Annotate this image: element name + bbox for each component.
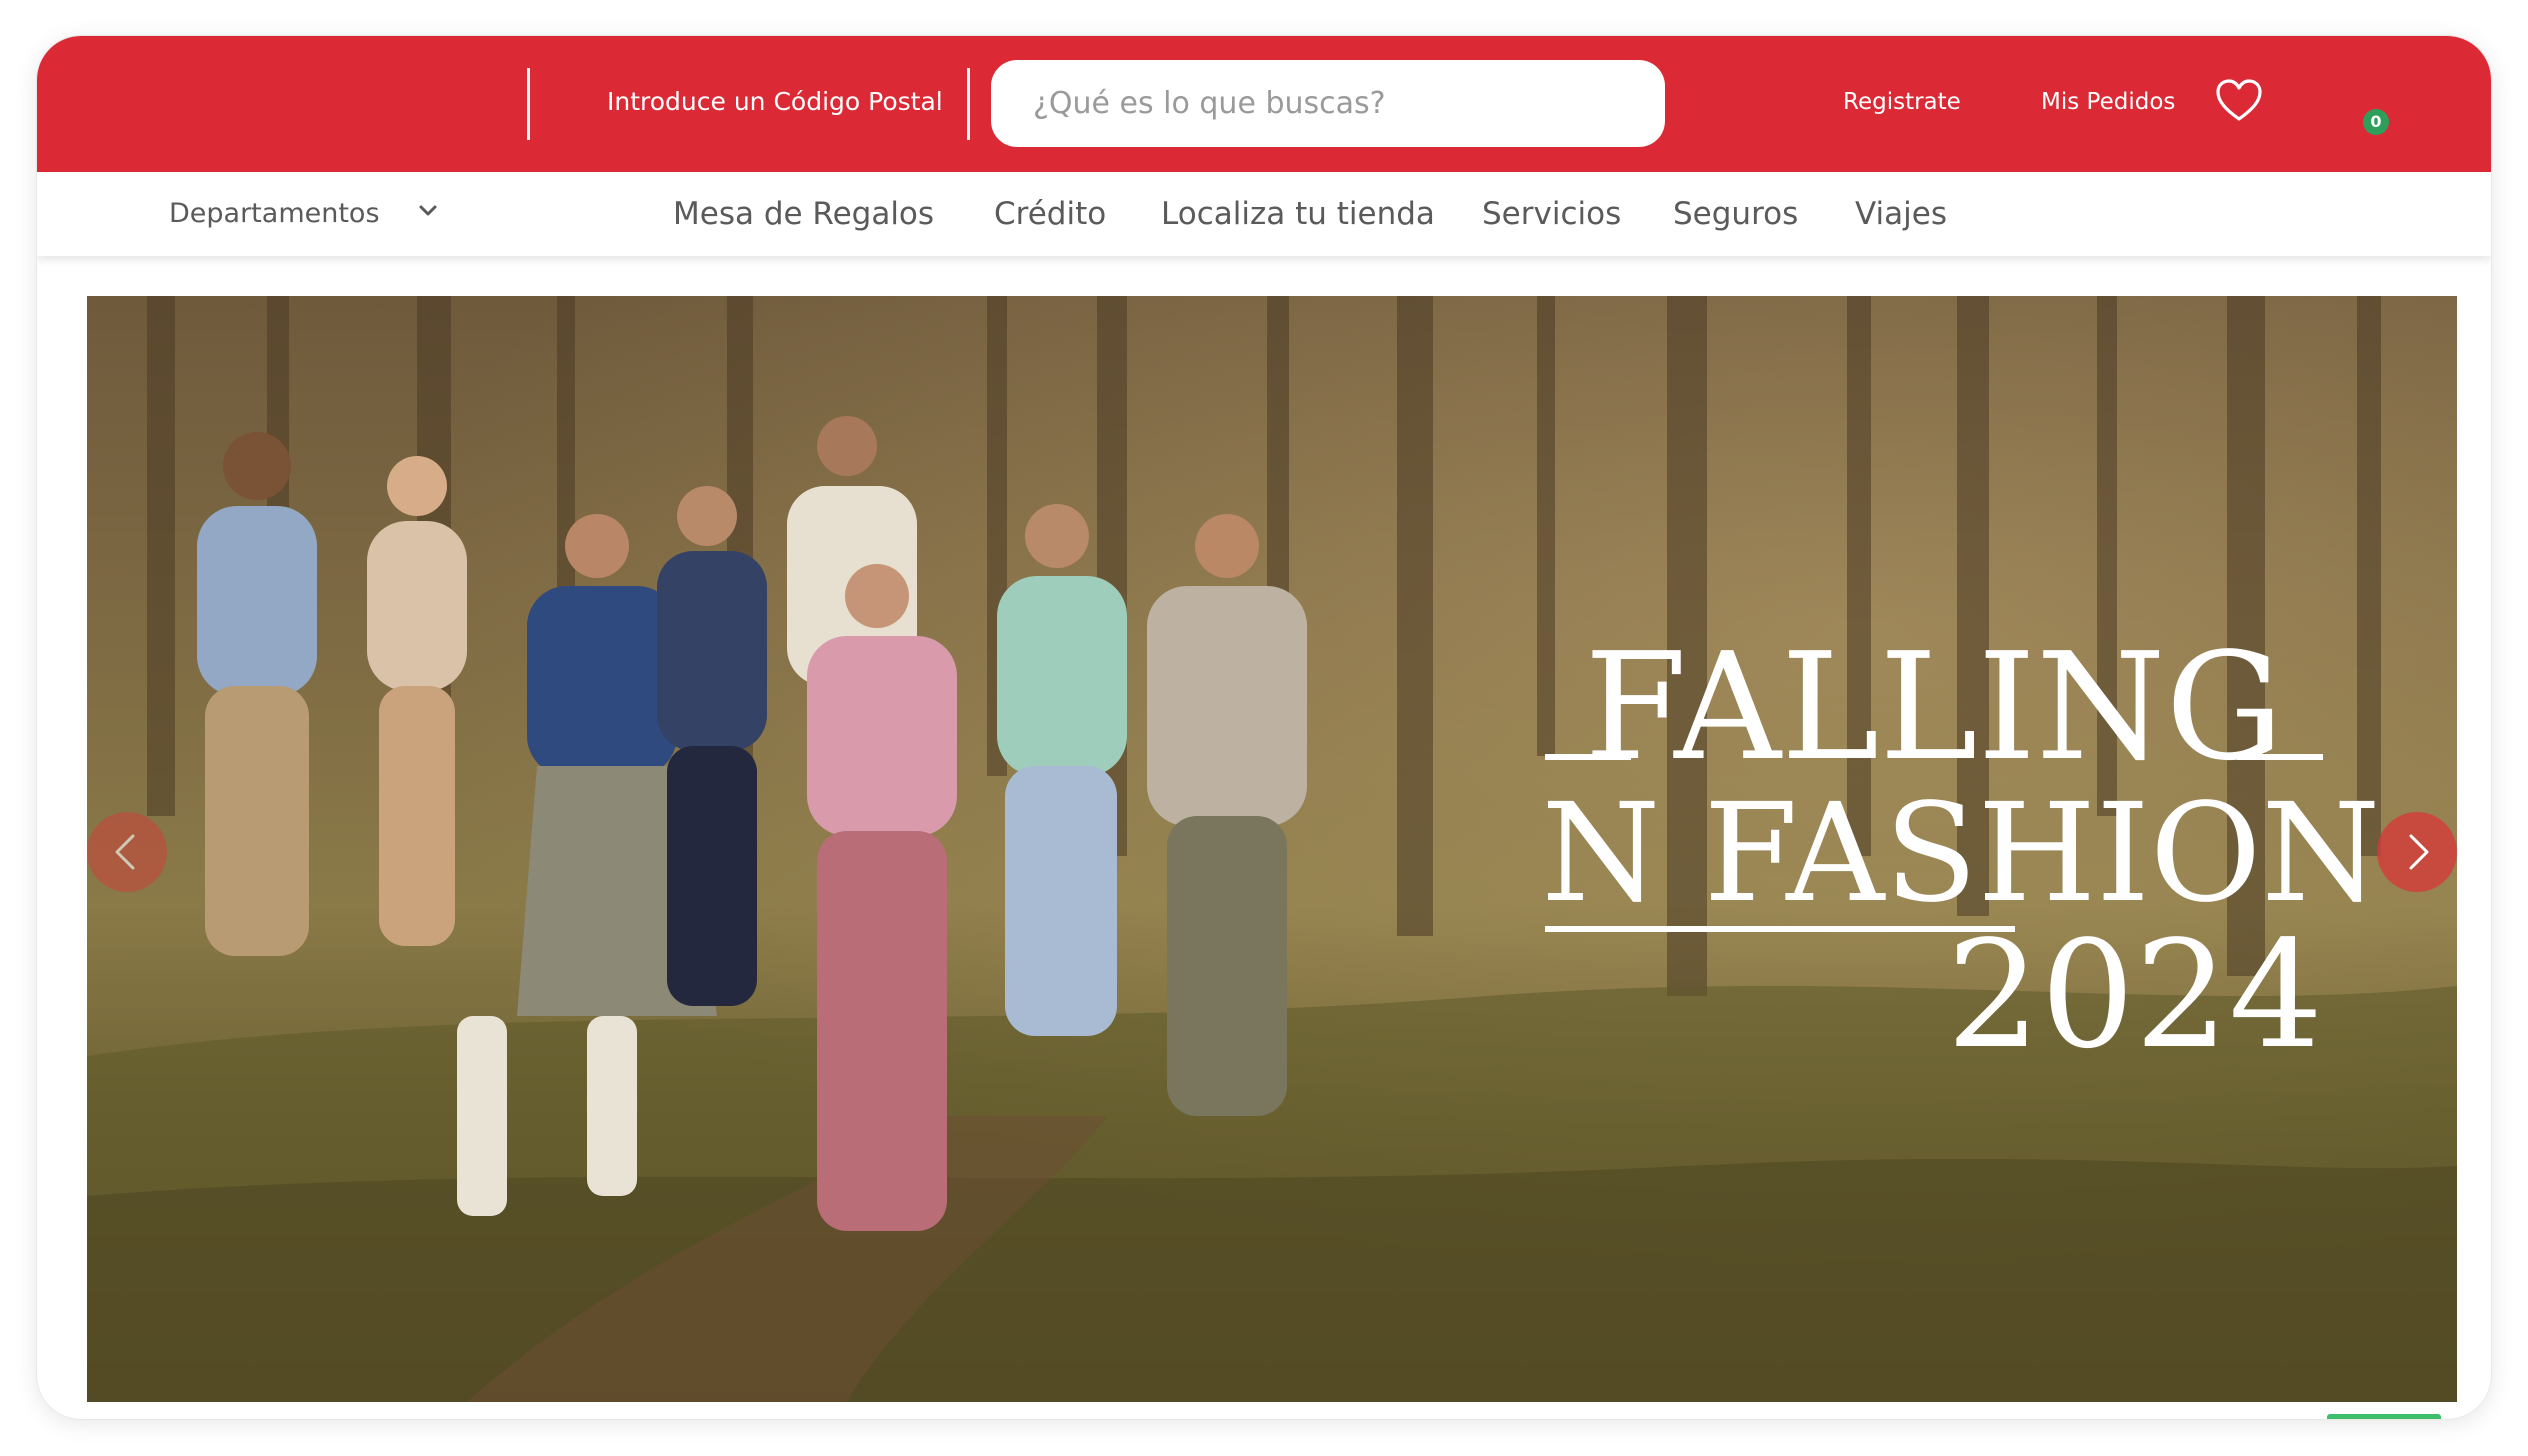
hero-headline: FALLING IN FASHION 2024	[1545, 636, 2380, 1081]
top-header: Introduce un Código Postal Registrate Mi…	[37, 36, 2491, 172]
nav-link-seguros[interactable]: Seguros	[1673, 190, 1798, 238]
search-box[interactable]	[991, 60, 1665, 147]
chevron-left-icon	[115, 834, 135, 870]
headline-line-1: FALLING	[1584, 636, 2283, 793]
chevron-down-icon[interactable]	[415, 198, 441, 224]
search-input[interactable]	[1031, 85, 1665, 122]
register-link[interactable]: Registrate	[1843, 82, 1961, 122]
chat-widget-edge[interactable]	[2327, 1414, 2441, 1419]
main-navigation: Departamentos Mesa de Regalos Crédito Lo…	[37, 172, 2491, 256]
carousel-prev-button[interactable]	[87, 812, 167, 892]
chevron-right-icon	[2409, 834, 2429, 870]
my-orders-link[interactable]: Mis Pedidos	[2041, 82, 2175, 122]
headline-line-3: 2024	[1946, 909, 2323, 1081]
browser-window: Introduce un Código Postal Registrate Mi…	[37, 36, 2491, 1419]
postal-code-link[interactable]: Introduce un Código Postal	[607, 82, 943, 122]
nav-link-credito[interactable]: Crédito	[994, 190, 1106, 238]
hero-banner[interactable]: FALLING IN FASHION 2024	[87, 296, 2457, 1402]
header-divider	[967, 68, 970, 140]
heart-icon[interactable]	[2215, 78, 2263, 124]
header-divider	[527, 68, 530, 140]
nav-link-localiza-tu-tienda[interactable]: Localiza tu tienda	[1161, 190, 1435, 238]
departments-menu[interactable]: Departamentos	[169, 192, 380, 236]
nav-link-servicios[interactable]: Servicios	[1482, 190, 1621, 238]
cart-count-badge[interactable]: 0	[2363, 109, 2389, 135]
nav-link-mesa-de-regalos[interactable]: Mesa de Regalos	[673, 190, 934, 238]
carousel-next-button[interactable]	[2377, 812, 2457, 892]
nav-link-viajes[interactable]: Viajes	[1855, 190, 1947, 238]
